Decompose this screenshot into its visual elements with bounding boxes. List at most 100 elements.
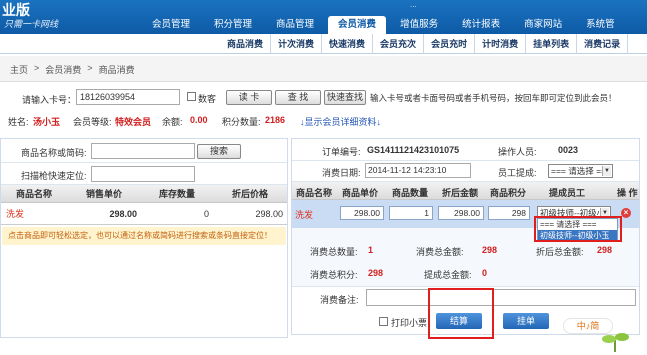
col-name: 商品名称 (296, 188, 333, 198)
member-points: 2186 (265, 115, 286, 125)
table-row[interactable]: 洗发 298.00 0 298.00 (1, 203, 287, 225)
scatter-customer-label: 数客 (198, 94, 217, 104)
total-qty: 1 (368, 245, 374, 255)
commission-value: 0 (482, 268, 488, 278)
date-row: 消费日期: 2014-11-12 14:23:10 员工提成: === 请选择 … (292, 161, 639, 182)
read-card-button[interactable]: 读 卡 (226, 90, 272, 105)
col-unit-price: 商品单价 (342, 188, 379, 198)
date-label: 消费日期: (322, 168, 361, 178)
find-button[interactable]: 查 找 (275, 90, 321, 105)
total-discount-label: 折后总金额: (536, 247, 584, 257)
product-table: 商品名称 销售单价 库存数量 折后价格 洗发 298.00 0 298.00 (1, 185, 287, 225)
col-sale-price: 销售单价 (85, 189, 122, 199)
member-level-label: 会员等级: (73, 117, 112, 127)
remark-label: 消费备注: (320, 295, 359, 305)
breadcrumb-bar: 主页 > 会员消费 > 商品消费 (0, 56, 647, 82)
quick-search-button[interactable]: 快速查找 (324, 90, 366, 105)
member-details-link[interactable]: ↓显示会员详细资料↓ (300, 115, 381, 128)
scan-row: 扫描枪快速定位: (1, 163, 287, 185)
print-receipt-checkbox[interactable] (379, 317, 388, 326)
product-search-button[interactable]: 搜索 (197, 144, 241, 159)
highlight-box-checkout (428, 288, 494, 339)
commission-label: 提成总金额: (424, 270, 472, 280)
subnav-quick-consume[interactable]: 快速消费 (322, 34, 374, 54)
nav-member-consumption[interactable]: 会员消费 (328, 16, 387, 34)
col-action: 操 作 (617, 188, 638, 198)
balance-label: 余额: (162, 117, 183, 127)
operator-value: 0023 (558, 145, 579, 155)
member-info: 姓名: 汤小玉 会员等级: 特效会员 余额: 0.00 积分数量: 2186 ↓… (0, 112, 647, 130)
subnav-recharge-count[interactable]: 会员充次 (373, 34, 425, 54)
total-points-label: 消费总积分: (310, 270, 358, 280)
total-qty-label: 消费总数量: (310, 247, 358, 257)
card-search-bar: 请输入卡号： 18126039954 数客 读 卡 查 找 快速查找 输入卡号或… (0, 84, 647, 112)
col-product-name: 商品名称 (15, 189, 52, 199)
card-number-input[interactable]: 18126039954 (76, 89, 180, 105)
product-search-row: 商品名称或简码: 搜索 (1, 139, 287, 163)
product-panel: 商品名称或简码: 搜索 扫描枪快速定位: 商品名称 销售单价 库存数量 折后价格… (0, 138, 288, 338)
subnav-count-consume[interactable]: 计次消费 (271, 34, 323, 54)
total-discount: 298 (597, 245, 613, 255)
nav-product-management[interactable]: 商品管理 (266, 16, 324, 34)
qty-input[interactable]: 1 (389, 206, 433, 220)
card-hint: 输入卡号或者卡面号码或者手机号码，按回车即可定位到此会员！ (370, 93, 617, 103)
product-price: 298.00 (109, 209, 137, 219)
col-discount-amount: 折后金额 (442, 188, 479, 198)
unit-price-input[interactable]: 298.00 (340, 206, 384, 220)
product-search-input[interactable] (91, 143, 195, 159)
order-row: 订单编号: GS1411121423101075 操作人员: 0023 (292, 139, 639, 161)
col-employee: 提成员工 (549, 188, 586, 198)
breadcrumb-home[interactable]: 主页 (10, 63, 28, 76)
subnav-records[interactable]: 消费记录 (577, 34, 629, 54)
top-info: ... (410, 0, 417, 9)
breadcrumb: 主页 > 会员消费 > 商品消费 (10, 63, 135, 76)
cart-table-header: 商品名称 商品单价 商品数量 折后金额 商品积分 提成员工 操 作 (292, 182, 639, 200)
nav-system[interactable]: 系统管 (576, 16, 625, 34)
breadcrumb-consumption[interactable]: 会员消费 (45, 63, 81, 76)
points-input[interactable]: 298 (488, 206, 530, 220)
scan-label: 扫描枪快速定位: (21, 171, 87, 181)
product-name[interactable]: 洗发 (1, 203, 67, 224)
operator-label: 操作人员: (498, 147, 537, 157)
subnav-product-consume[interactable]: 商品消费 (220, 34, 272, 54)
scatter-customer-checkbox[interactable] (187, 92, 196, 101)
highlight-box-dropdown (534, 216, 622, 242)
col-stock: 库存数量 (158, 189, 195, 199)
scan-input[interactable] (91, 166, 195, 182)
subnav-recharge-time[interactable]: 会员充时 (424, 34, 476, 54)
order-no: GS1411121423101075 (367, 145, 460, 155)
member-name: 汤小玉 (33, 117, 61, 127)
product-tip: 点击商品即可轻松选定，也可以通过名称或简码进行搜索或条码直接定位！ (2, 227, 286, 245)
nav-value-added[interactable]: 增值服务 (390, 16, 448, 34)
staff-select[interactable]: === 请选择 === ▼ (548, 164, 613, 178)
subnav-timed-consume[interactable]: 计时消费 (475, 34, 527, 54)
col-qty: 商品数量 (392, 188, 429, 198)
remark-input[interactable] (366, 289, 636, 306)
member-name-label: 姓名: (8, 117, 29, 127)
top-header: 业版 只需一卡网线 ... 会员管理 积分管理 商品管理 会员消费 增值服务 统… (0, 0, 647, 34)
member-balance: 0.00 (190, 115, 208, 125)
product-search-label: 商品名称或简码: (21, 148, 87, 158)
main-nav: 会员管理 积分管理 商品管理 会员消费 增值服务 统计报表 商家网站 系统管 (142, 16, 629, 34)
nav-member-management[interactable]: 会员管理 (142, 16, 200, 34)
app-slogan: 只需一卡网线 (4, 20, 59, 30)
total-amount: 298 (482, 245, 498, 255)
nav-merchant-site[interactable]: 商家网站 (514, 16, 572, 34)
breadcrumb-sep: > (34, 63, 40, 73)
card-label: 请输入卡号： (22, 95, 77, 105)
points-label: 积分数量: (222, 117, 261, 127)
plant-icon (602, 333, 629, 352)
col-discount-price: 折后价格 (231, 189, 268, 199)
delete-icon[interactable]: × (621, 208, 631, 218)
date-input[interactable]: 2014-11-12 14:23:10 (365, 163, 471, 178)
member-level: 特效会员 (115, 117, 152, 127)
product-table-header: 商品名称 销售单价 库存数量 折后价格 (1, 185, 287, 203)
total-points: 298 (368, 268, 384, 278)
discount-amount-input[interactable]: 298.00 (438, 206, 484, 220)
nav-reports[interactable]: 统计报表 (452, 16, 510, 34)
hold-order-button[interactable]: 挂单 (503, 313, 549, 329)
nav-points-management[interactable]: 积分管理 (204, 16, 262, 34)
product-stock: 0 (203, 209, 209, 219)
subnav-hold-list[interactable]: 挂单列表 (526, 34, 578, 54)
order-no-label: 订单编号: (322, 147, 361, 157)
